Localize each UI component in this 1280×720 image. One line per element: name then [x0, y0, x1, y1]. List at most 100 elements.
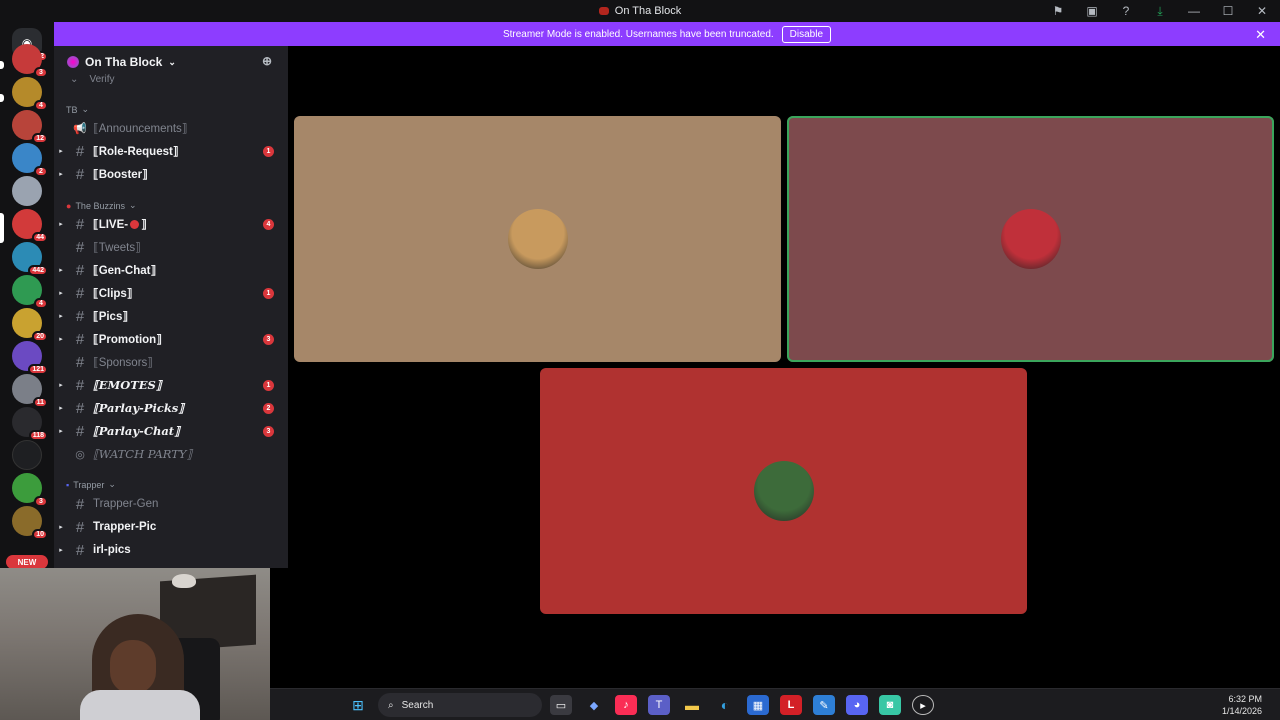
server-logo-icon — [598, 7, 609, 15]
peek-channel[interactable]: ⌄ Verify — [70, 74, 115, 85]
l-app-icon[interactable]: L — [780, 695, 802, 715]
channel-item[interactable]: ▸ # irl-pics — [54, 539, 288, 561]
add-member-icon[interactable]: ⊕ — [262, 54, 272, 68]
category-buzzins[interactable]: ● The Buzzins ⌄ — [66, 200, 137, 211]
server-mention-badge: 121 — [28, 364, 48, 375]
live-indicator-icon — [130, 220, 140, 229]
channel-item[interactable]: 📢 ⟦Announcements⟧ — [54, 117, 288, 139]
disable-streamer-button[interactable]: Disable — [781, 25, 832, 43]
server-icon[interactable] — [12, 176, 42, 206]
close-icon[interactable]: ✕ — [1255, 27, 1266, 43]
stage-icon: ◎ — [75, 448, 85, 461]
edge-browser-icon[interactable]: ◐ — [714, 695, 736, 715]
category-trapper[interactable]: ▪ Trapper ⌄ — [66, 479, 116, 490]
expand-caret-icon: ▸ — [59, 524, 63, 531]
channel-item[interactable]: ▸ # ⟦Role-Request⟧ 1 — [54, 140, 288, 162]
server-icon[interactable]: 3 — [12, 473, 48, 507]
channel-item[interactable]: ◎ ⟦WATCH PARTY⟧ — [54, 443, 288, 465]
channel-item[interactable]: # ⟦Tweets⟧ — [54, 236, 288, 258]
server-icon[interactable]: 10 — [12, 506, 48, 540]
server-mention-badge: 4 — [34, 298, 48, 309]
channel-item[interactable]: ▸ # ⟦Clips⟧ 1 — [54, 282, 288, 304]
channel-item[interactable]: # Trapper-Gen — [54, 493, 288, 515]
hash-icon: # — [75, 353, 85, 371]
user-avatar — [507, 209, 568, 269]
editor-icon[interactable]: ✎ — [813, 695, 835, 715]
server-icon[interactable]: 11 — [12, 374, 48, 408]
channel-item[interactable]: ▸ # ⟦Parlay-Picks⟧ 2 — [54, 397, 288, 419]
banner-message: Streamer Mode is enabled. Usernames have… — [502, 28, 774, 40]
hash-icon: # — [75, 422, 85, 440]
music-icon[interactable]: ♪ — [615, 695, 637, 715]
hash-icon: # — [75, 142, 85, 160]
server-icon[interactable] — [12, 440, 42, 470]
hash-icon: # — [75, 284, 85, 302]
taskbar-search[interactable]: ⌕ Search — [378, 693, 542, 717]
server-icon[interactable]: 44 — [12, 209, 48, 243]
channel-item[interactable]: ▸ # ⟦Parlay-Chat⟧ 3 — [54, 420, 288, 442]
channel-name: Trapper-Pic — [93, 521, 157, 533]
expand-caret-icon: ▸ — [59, 171, 63, 178]
title-bar: On Tha Block ⚑ ▣ ? ⤓ — ☐ ✕ — [0, 0, 1280, 22]
store-icon[interactable]: ▦ — [747, 695, 769, 715]
channel-name: ⟦Parlay-Picks⟧ — [93, 401, 184, 415]
category-icon: ● — [66, 200, 72, 211]
teams-icon[interactable]: T — [648, 695, 670, 715]
minimize-icon[interactable]: — — [1184, 2, 1204, 20]
mention-badge: 3 — [263, 334, 274, 345]
close-window-icon[interactable]: ✕ — [1252, 2, 1272, 20]
help-icon[interactable]: ? — [1116, 2, 1136, 20]
inbox-icon[interactable]: ▣ — [1082, 2, 1102, 20]
server-icon[interactable]: 121 — [12, 341, 48, 375]
channel-item[interactable]: # ⟦Sponsors⟧ — [54, 351, 288, 373]
copilot-icon[interactable]: ◆ — [583, 695, 605, 715]
channel-item[interactable]: ▸ # Trapper-Pic — [54, 516, 288, 538]
peek-channel-label: Verify — [89, 74, 115, 85]
server-unread-indicator — [0, 213, 4, 243]
server-mention-badge: 11 — [32, 397, 48, 408]
channel-item[interactable]: ▸ # ⟦Gen-Chat⟧ — [54, 259, 288, 281]
windows-taskbar: ⊞ ⌕ Search ▭ ◆ ♪ T ▬ ◐ ▦ L ✎ ◕ ◙ ▸ 6:32 … — [270, 688, 1280, 720]
hash-icon: # — [75, 238, 85, 256]
folder-icon[interactable]: ▬ — [681, 695, 703, 715]
server-icon[interactable]: 2 — [12, 143, 48, 177]
server-icon[interactable]: 4 — [12, 275, 48, 309]
channel-name: irl-pics — [93, 544, 131, 556]
task-view-icon[interactable]: ▭ — [550, 695, 572, 715]
user-avatar — [1000, 209, 1061, 269]
mention-badge: 4 — [263, 219, 274, 230]
server-mention-badge: 12 — [32, 133, 48, 144]
channel-item[interactable]: ▸ # ⟦LIVE- ⟧ 4 — [54, 213, 288, 235]
channel-name: Trapper-Gen — [93, 498, 159, 510]
flag-icon[interactable]: ⚑ — [1048, 2, 1068, 20]
channel-item[interactable]: ▸ # ⟦Pics⟧ — [54, 305, 288, 327]
media-player-icon[interactable]: ▸ — [912, 695, 934, 715]
active-app-icon[interactable]: ◙ — [879, 695, 901, 715]
server-icon[interactable]: 442 — [12, 242, 48, 276]
server-icon[interactable]: 12 — [12, 110, 48, 144]
channel-item[interactable]: ▸ # ⟦Booster⟧ — [54, 163, 288, 185]
server-icon[interactable]: 4 — [12, 77, 48, 111]
server-mention-badge: 4 — [34, 100, 48, 111]
window-title-text: On Tha Block — [614, 5, 682, 17]
server-unread-indicator — [0, 94, 4, 102]
system-clock[interactable]: 6:32 PM 1/14/2026 — [1222, 693, 1262, 717]
channel-item[interactable]: ▸ # ⟦EMOTES⟧ 1 — [54, 374, 288, 396]
voice-tile[interactable] — [294, 116, 781, 362]
hash-icon: # — [75, 215, 85, 233]
webcam-person-shirt — [80, 690, 200, 720]
server-icon[interactable]: 118 — [12, 407, 48, 441]
channel-item[interactable]: ▸ # ⟦Promotion⟧ 3 — [54, 328, 288, 350]
download-icon[interactable]: ⤓ — [1150, 2, 1170, 20]
windows-start-icon[interactable]: ⊞ — [347, 695, 369, 715]
voice-tile-speaking[interactable] — [787, 116, 1274, 362]
discord-icon[interactable]: ◕ — [846, 695, 868, 715]
maximize-icon[interactable]: ☐ — [1218, 2, 1238, 20]
category-tb[interactable]: TB ⌄ — [66, 104, 89, 115]
server-icon[interactable]: 20 — [12, 308, 48, 342]
clock-date: 1/14/2026 — [1221, 706, 1262, 716]
server-icon[interactable]: 3 — [12, 44, 48, 78]
voice-tile[interactable] — [540, 368, 1027, 614]
new-badge[interactable]: NEW — [6, 555, 48, 569]
mention-badge: 1 — [263, 146, 274, 157]
